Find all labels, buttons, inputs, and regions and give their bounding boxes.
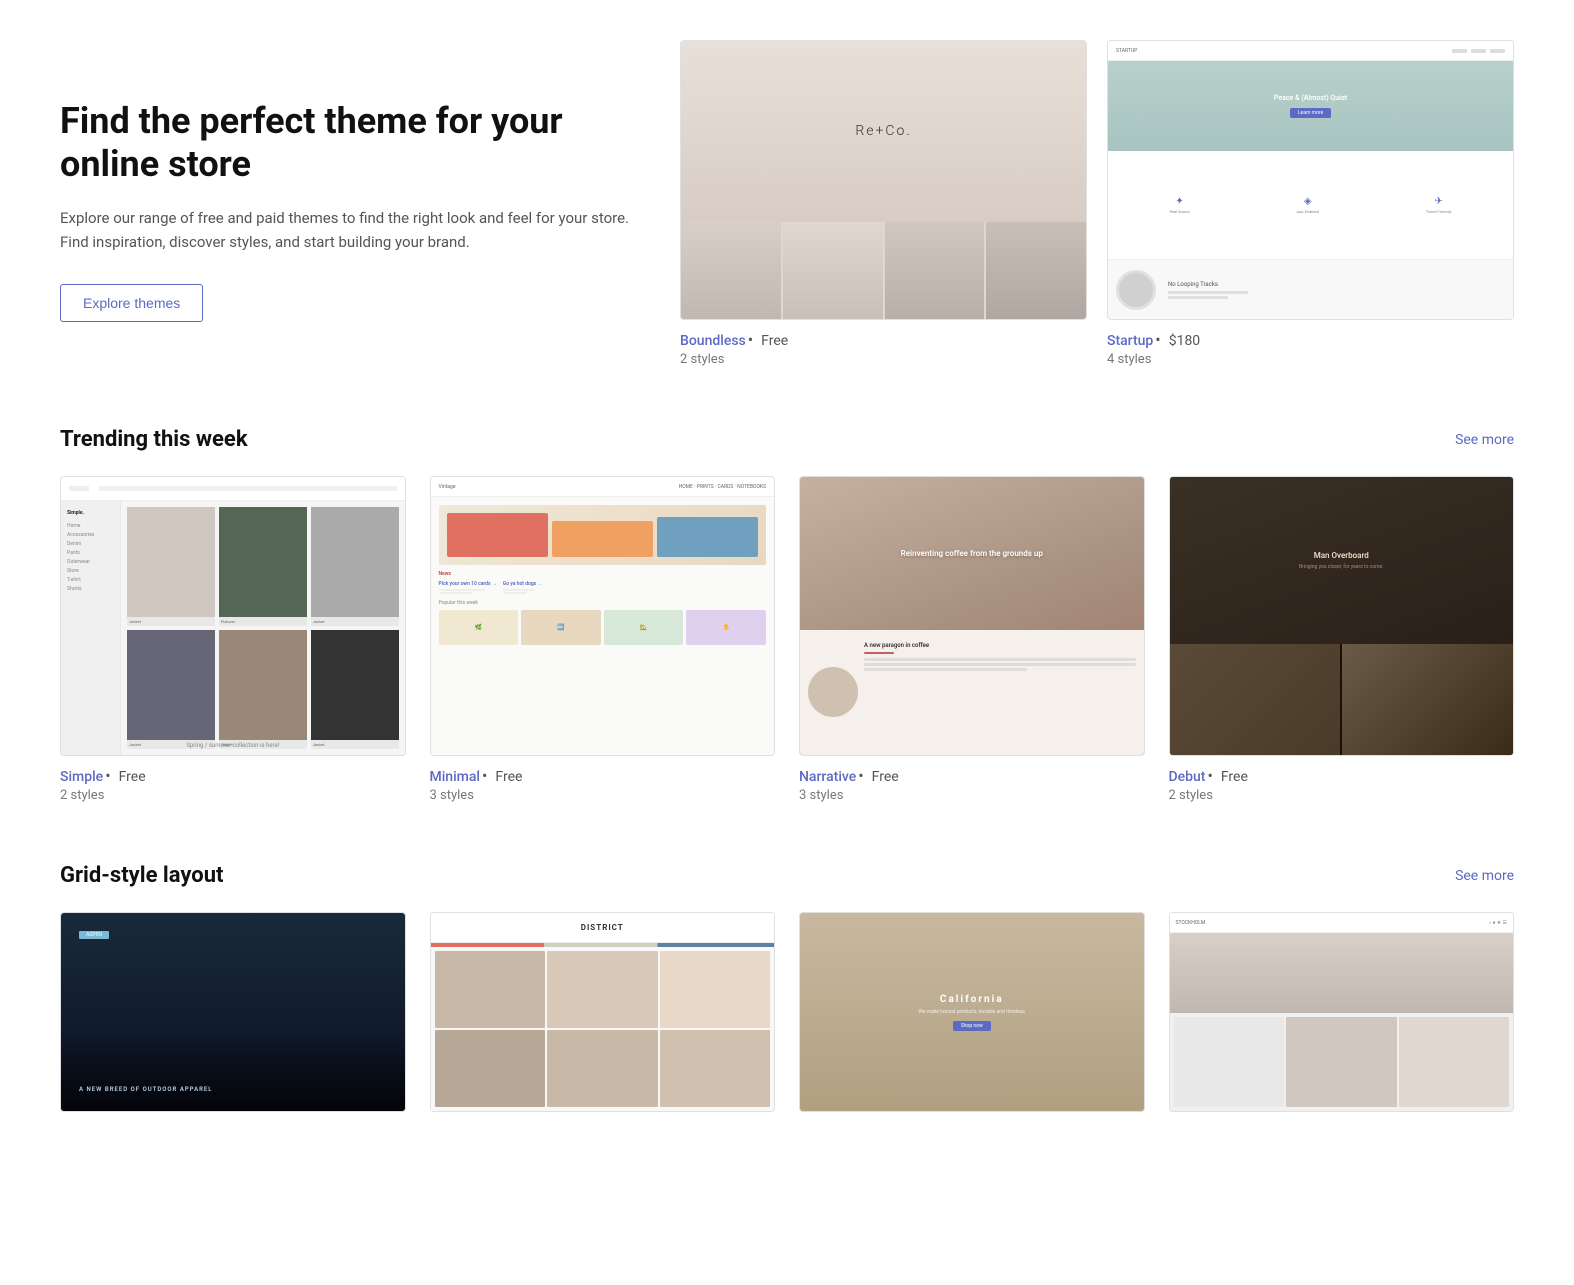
boundless-logo-text: Re+Co. xyxy=(855,123,911,139)
narrative-styles: 3 styles xyxy=(799,788,1145,803)
theme-card-debut: Man Overboard Bringing you closer, for y… xyxy=(1169,476,1515,803)
startup-product-img xyxy=(1116,270,1156,310)
startup-styles: 4 styles xyxy=(1107,352,1514,367)
aspen-tagline: A NEW BREED OF OUTDOOR APPAREL xyxy=(79,1086,213,1093)
theme-card-district: DISTRICT xyxy=(430,912,776,1112)
debut-subtitle: Bringing you closer, for years to come. xyxy=(1299,564,1384,570)
simple-meta: Simple•Free 2 styles xyxy=(60,766,406,803)
grid-title: Grid-style layout xyxy=(60,863,223,888)
minimal-preview[interactable]: Vintage HOME · PRINTS · CARDS · NOTEBOOK… xyxy=(430,476,776,756)
debut-link[interactable]: Debut xyxy=(1169,769,1206,785)
aspen-logo: ASPEN xyxy=(79,931,109,939)
startup-logo-text: STARTUP xyxy=(1116,48,1137,54)
aspen-preview[interactable]: ASPEN A NEW BREED OF OUTDOOR APPAREL xyxy=(60,912,406,1112)
hero-description: Explore our range of free and paid theme… xyxy=(60,206,640,254)
trending-see-more[interactable]: See more xyxy=(1455,432,1514,448)
trending-header: Trending this week See more xyxy=(60,427,1514,452)
district-preview[interactable]: DISTRICT xyxy=(430,912,776,1112)
california-tagline: We make honest products, durable and tim… xyxy=(919,1009,1025,1015)
startup-icon-1: ✦ xyxy=(1169,196,1189,207)
startup-meta: Startup•$180 4 styles xyxy=(1107,330,1514,367)
theme-card-narrative: Reinventing coffee from the grounds up A… xyxy=(799,476,1145,803)
boundless-price: Free xyxy=(761,333,788,349)
hero-title: Find the perfect theme for your online s… xyxy=(60,100,640,186)
simple-link[interactable]: Simple xyxy=(60,769,103,785)
narrative-link[interactable]: Narrative xyxy=(799,769,856,785)
narrative-product-img xyxy=(808,667,858,717)
simple-tagline: Spring / summer collection is here! xyxy=(61,742,405,749)
minimal-link-2: Go ya hot dogs → xyxy=(503,581,543,587)
boundless-link[interactable]: Boundless xyxy=(680,333,746,349)
stockholm-preview[interactable]: STOCKHOLM ♪ ● ★ ☰ xyxy=(1169,912,1515,1112)
narrative-meta: Narrative•Free 3 styles xyxy=(799,766,1145,803)
startup-hero-text: Peace & (Almost) Quiet xyxy=(1274,94,1347,102)
trending-grid: Simple. HomeAccessoriesDenimPantsOuterwe… xyxy=(60,476,1514,803)
theme-card-stockholm: STOCKHOLM ♪ ● ★ ☰ xyxy=(1169,912,1515,1112)
debut-preview[interactable]: Man Overboard Bringing you closer, for y… xyxy=(1169,476,1515,756)
narrative-tagline: Reinventing coffee from the grounds up xyxy=(901,548,1043,559)
simple-styles: 2 styles xyxy=(60,788,406,803)
california-preview[interactable]: California We make honest products, dura… xyxy=(799,912,1145,1112)
narrative-desc-title: A new paragon in coffee xyxy=(864,642,1136,649)
hero-theme-startup: STARTUP Peace & (Almost) Quiet Learn mor… xyxy=(1107,40,1514,367)
minimal-popular-label: Popular this week xyxy=(439,600,767,606)
minimal-link[interactable]: Minimal xyxy=(430,769,480,785)
theme-card-simple: Simple. HomeAccessoriesDenimPantsOuterwe… xyxy=(60,476,406,803)
theme-card-aspen: ASPEN A NEW BREED OF OUTDOOR APPAREL xyxy=(60,912,406,1112)
minimal-price: Free xyxy=(495,769,522,785)
theme-card-california: California We make honest products, dura… xyxy=(799,912,1145,1112)
california-title: California xyxy=(940,994,1004,1005)
california-cta[interactable]: Shop now xyxy=(953,1021,991,1031)
page-container: Find the perfect theme for your online s… xyxy=(0,0,1574,1192)
debut-price: Free xyxy=(1221,769,1248,785)
hero-text: Find the perfect theme for your online s… xyxy=(60,40,640,322)
startup-preview[interactable]: STARTUP Peace & (Almost) Quiet Learn mor… xyxy=(1107,40,1514,320)
startup-link[interactable]: Startup xyxy=(1107,333,1153,349)
debut-meta: Debut•Free 2 styles xyxy=(1169,766,1515,803)
hero-themes: Re+Co. Boundless•Free 2 styles xyxy=(680,40,1514,367)
explore-themes-button[interactable]: Explore themes xyxy=(60,284,203,322)
narrative-price: Free xyxy=(872,769,899,785)
boundless-preview[interactable]: Re+Co. xyxy=(680,40,1087,320)
stockholm-logo: STOCKHOLM xyxy=(1176,920,1206,926)
minimal-nav-logo: Vintage xyxy=(439,484,456,490)
trending-title: Trending this week xyxy=(60,427,248,452)
grid-see-more[interactable]: See more xyxy=(1455,868,1514,884)
theme-card-minimal: Vintage HOME · PRINTS · CARDS · NOTEBOOK… xyxy=(430,476,776,803)
startup-product-label: No Looping Tracks xyxy=(1168,281,1248,288)
hero-section: Find the perfect theme for your online s… xyxy=(60,40,1514,367)
simple-preview[interactable]: Simple. HomeAccessoriesDenimPantsOuterwe… xyxy=(60,476,406,756)
boundless-meta: Boundless•Free 2 styles xyxy=(680,330,1087,367)
startup-icon-2: ◈ xyxy=(1297,196,1319,207)
minimal-link-1: Pick your own 10 cards → xyxy=(439,581,497,587)
district-logo: DISTRICT xyxy=(431,913,775,943)
grid-section: Grid-style layout See more ASPEN A xyxy=(60,863,1514,1112)
minimal-featured: News xyxy=(439,571,767,577)
grid-header: Grid-style layout See more xyxy=(60,863,1514,888)
boundless-styles: 2 styles xyxy=(680,352,1087,367)
debut-tagline: Man Overboard xyxy=(1299,551,1384,560)
minimal-meta: Minimal•Free 3 styles xyxy=(430,766,776,803)
startup-icon-3: ✈ xyxy=(1426,196,1452,207)
narrative-preview[interactable]: Reinventing coffee from the grounds up A… xyxy=(799,476,1145,756)
hero-theme-boundless: Re+Co. Boundless•Free 2 styles xyxy=(680,40,1087,367)
grid-themes-container: ASPEN A NEW BREED OF OUTDOOR APPAREL DIS… xyxy=(60,912,1514,1112)
minimal-styles: 3 styles xyxy=(430,788,776,803)
debut-styles: 2 styles xyxy=(1169,788,1515,803)
simple-price: Free xyxy=(119,769,146,785)
trending-section: Trending this week See more Simple. xyxy=(60,427,1514,803)
startup-price: $180 xyxy=(1169,333,1200,349)
